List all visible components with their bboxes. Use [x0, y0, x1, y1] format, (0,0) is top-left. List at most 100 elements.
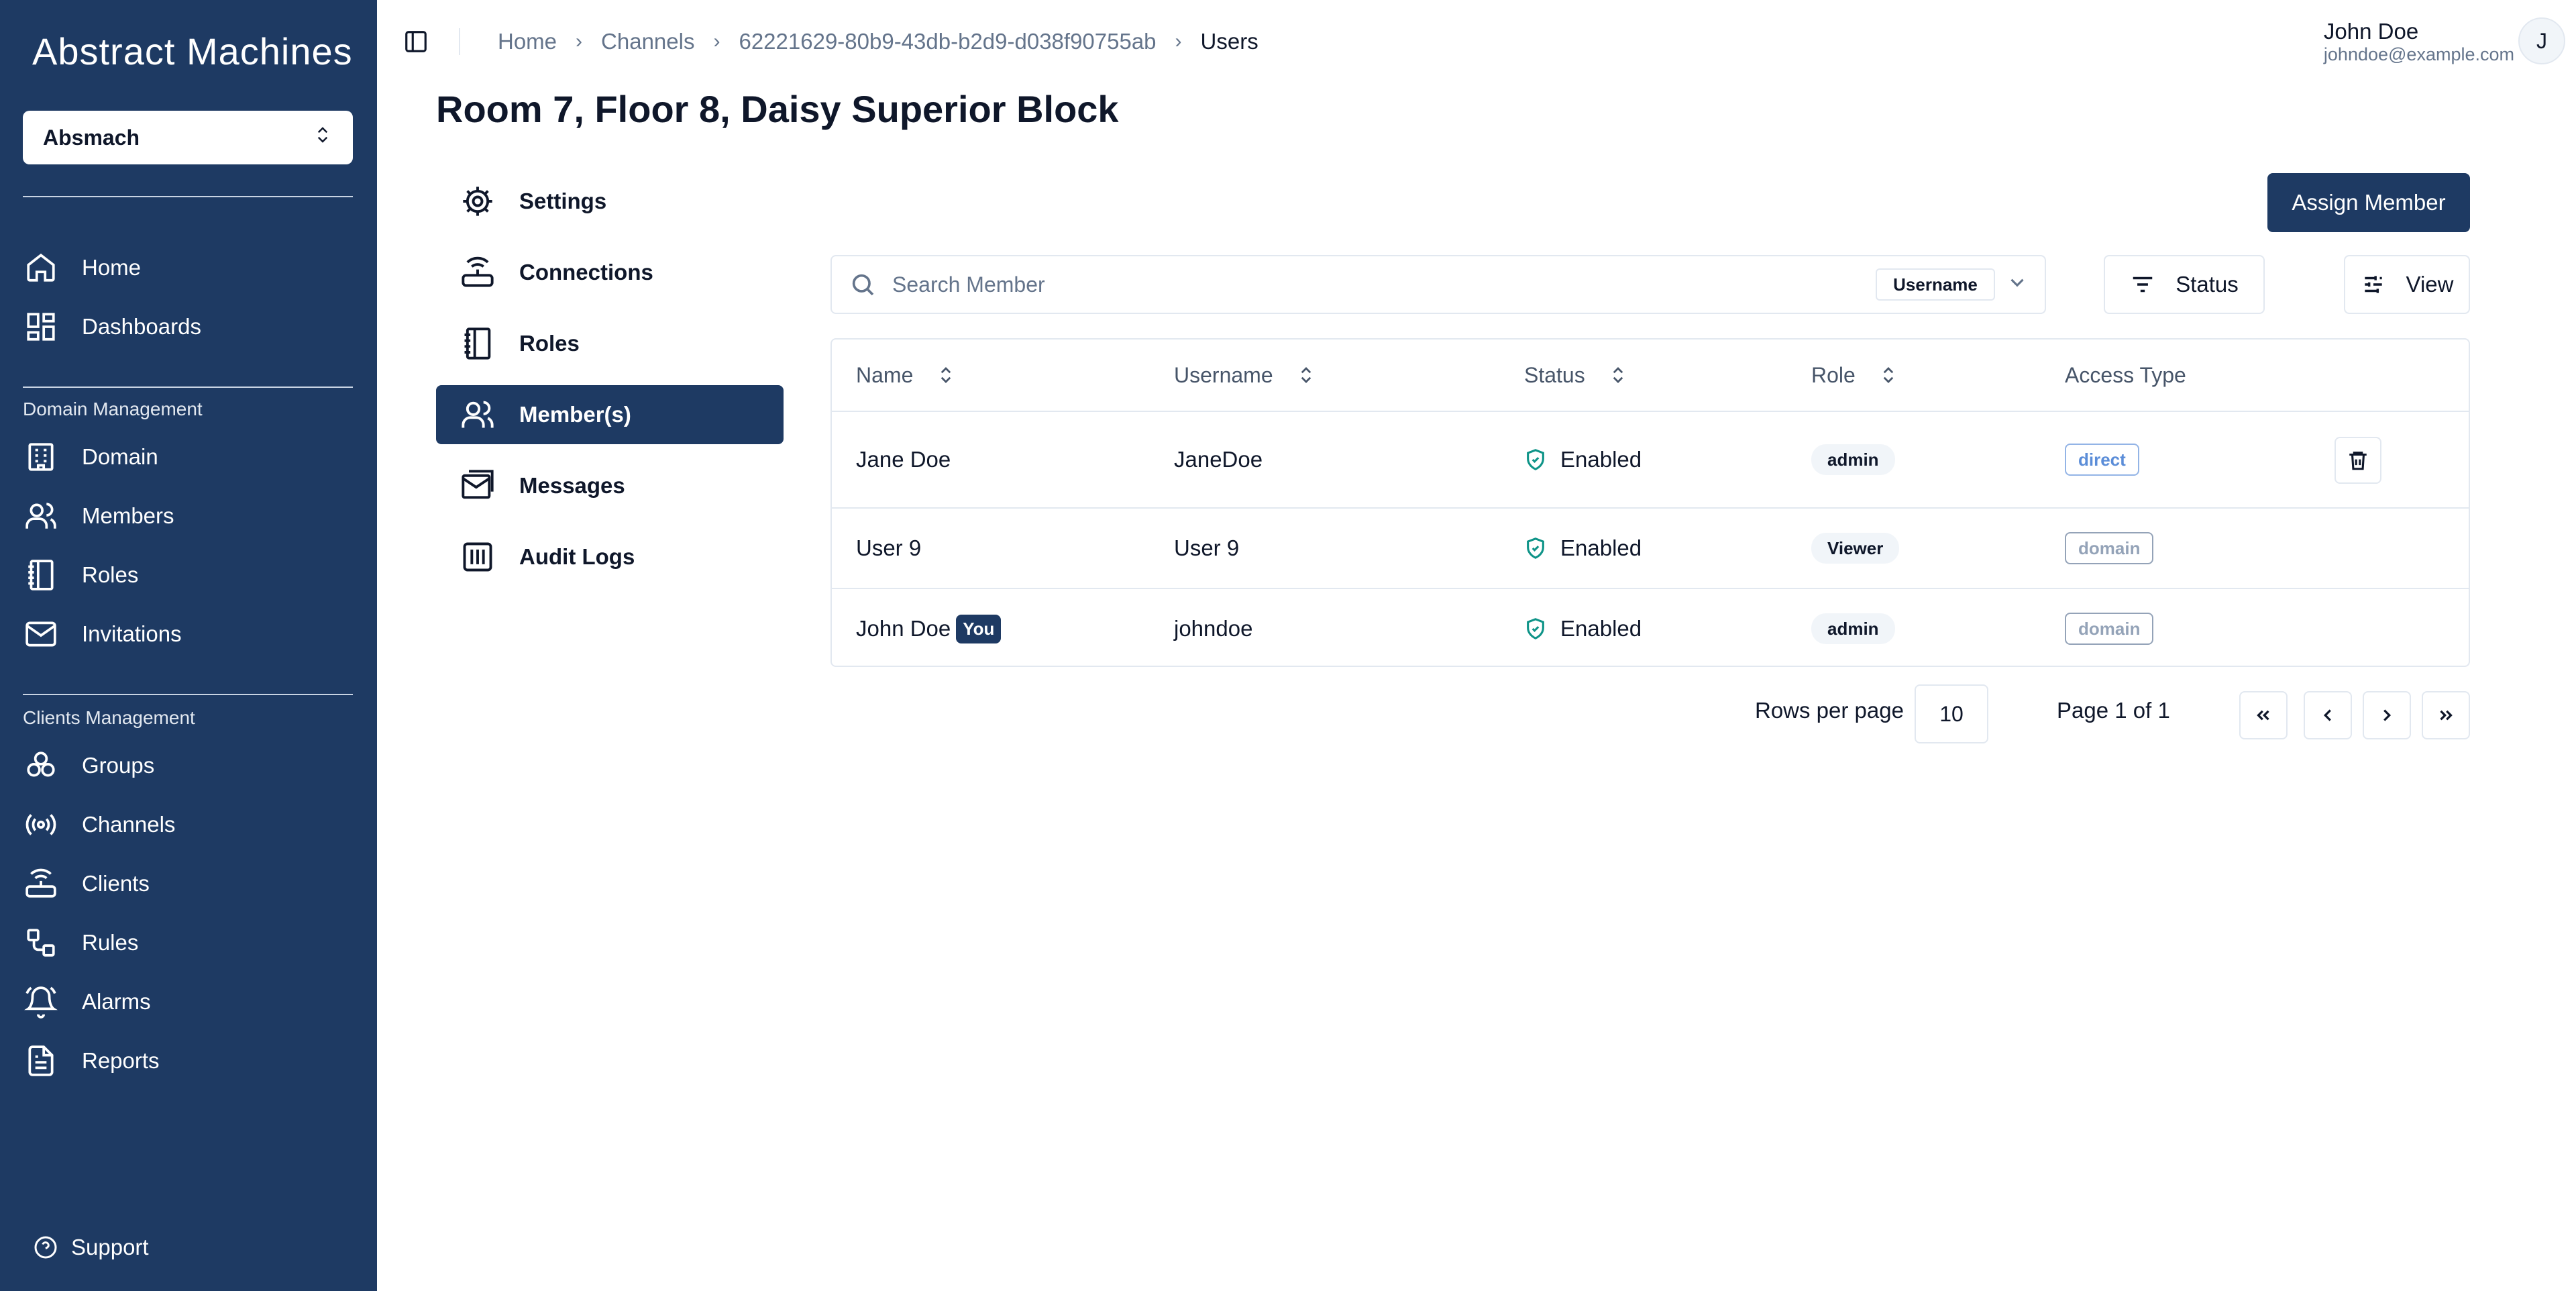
organization-select-value: Absmach: [43, 125, 140, 150]
building-icon: [23, 439, 59, 475]
view-options-button[interactable]: View: [2344, 255, 2470, 314]
sort-icon: [941, 367, 951, 383]
messages-icon: [459, 467, 496, 505]
sidebar-item-reports[interactable]: Reports: [23, 1037, 353, 1084]
tab-label: Connections: [519, 260, 653, 285]
sidebar-item-home[interactable]: Home: [23, 244, 353, 291]
column-header-label: Username: [1174, 362, 1273, 387]
tab-connections[interactable]: Connections: [436, 243, 784, 302]
role-badge: admin: [1811, 613, 1895, 644]
tab-audit-logs[interactable]: Audit Logs: [436, 527, 784, 586]
cell-name: Jane Doe: [856, 412, 951, 507]
trash-icon: [2349, 452, 2367, 470]
filter-icon: [2133, 276, 2153, 293]
column-header-label: Access Type: [2065, 362, 2186, 387]
column-header-status[interactable]: Status: [1524, 340, 1628, 411]
panel-left-icon: [405, 31, 427, 52]
role-badge: Viewer: [1811, 533, 1900, 564]
assign-member-button[interactable]: Assign Member: [2267, 173, 2470, 232]
help-circle-icon: [34, 1236, 57, 1259]
previous-page-button[interactable]: [2304, 691, 2352, 739]
sidebar-item-clients[interactable]: Clients: [23, 860, 353, 907]
tab-members[interactable]: Member(s): [436, 385, 784, 444]
breadcrumb-home[interactable]: Home: [498, 29, 557, 54]
sort-icon: [1883, 367, 1894, 383]
sidebar-divider: [23, 694, 353, 695]
support-link[interactable]: Support: [34, 1235, 149, 1260]
column-header-username[interactable]: Username: [1174, 340, 1316, 411]
you-badge: You: [956, 614, 1002, 643]
router-icon: [23, 866, 59, 902]
sidebar-item-rules[interactable]: Rules: [23, 919, 353, 966]
notebook-icon: [23, 557, 59, 593]
sidebar: Abstract Machines Absmach Home Dashboard…: [0, 0, 377, 1291]
sidebar-item-groups[interactable]: Groups: [23, 742, 353, 789]
first-page-button[interactable]: [2239, 691, 2288, 739]
cell-status: Enabled: [1524, 589, 1642, 666]
sidebar-item-members[interactable]: Members: [23, 493, 353, 539]
table-row[interactable]: John Doe You johndoe Enabled admin domai…: [832, 588, 2469, 666]
section-label-clients-management: Clients Management: [23, 707, 195, 728]
audit-icon: [459, 538, 496, 576]
sidebar-item-roles[interactable]: Roles: [23, 552, 353, 599]
status-filter-button[interactable]: Status: [2104, 255, 2265, 314]
cell-username: User 9: [1174, 535, 1240, 560]
sidebar-divider: [23, 386, 353, 388]
chevron-right-icon: [2383, 709, 2392, 721]
breadcrumb-channels[interactable]: Channels: [601, 29, 694, 54]
groups-icon: [23, 747, 59, 784]
page-title: Room 7, Floor 8, Daisy Superior Block: [436, 88, 1119, 130]
chevrons-left-icon: [2257, 710, 2269, 721]
search-icon: [849, 271, 876, 298]
cell-role: admin: [1811, 589, 1895, 666]
cell-name: User 9: [856, 509, 921, 588]
sidebar-item-label: Rules: [82, 930, 139, 955]
tab-settings[interactable]: Settings: [436, 172, 784, 231]
sidebar-item-alarms[interactable]: Alarms: [23, 978, 353, 1025]
member-name: Jane Doe: [856, 447, 951, 472]
cell-access-type: domain: [2065, 509, 2154, 588]
tab-label: Messages: [519, 473, 625, 498]
sidebar-item-domain[interactable]: Domain: [23, 433, 353, 480]
search-field-select[interactable]: Username: [1876, 268, 1995, 301]
member-name: John Doe: [856, 616, 951, 641]
column-header-role[interactable]: Role: [1811, 340, 1898, 411]
column-header-label: Name: [856, 362, 914, 387]
sidebar-toggle-button[interactable]: [401, 27, 431, 56]
chevron-down-icon[interactable]: [2006, 271, 2033, 298]
chevrons-right-icon: [2440, 710, 2453, 721]
last-page-button[interactable]: [2422, 691, 2470, 739]
sidebar-item-dashboards[interactable]: Dashboards: [23, 303, 353, 350]
access-badge: domain: [2065, 613, 2154, 645]
chevron-right-icon: ›: [576, 30, 583, 52]
members-table: Name Username Status Role Access Type Ja…: [830, 338, 2470, 667]
delete-member-button[interactable]: [2334, 437, 2381, 484]
app-logo[interactable]: Abstract Machines: [32, 30, 353, 73]
users-icon: [23, 498, 59, 534]
mail-icon: [23, 616, 59, 652]
sidebar-item-label: Clients: [82, 871, 150, 896]
tab-roles[interactable]: Roles: [436, 314, 784, 373]
tab-messages[interactable]: Messages: [436, 456, 784, 515]
home-icon: [23, 250, 59, 286]
sidebar-item-invitations[interactable]: Invitations: [23, 611, 353, 658]
tab-label: Audit Logs: [519, 544, 635, 569]
organization-select[interactable]: Absmach: [23, 111, 353, 164]
search-member-input[interactable]: Search Member Username: [830, 255, 2046, 314]
table-row[interactable]: Jane Doe JaneDoe Enabled admin direct: [832, 411, 2469, 507]
sidebar-item-channels[interactable]: Channels: [23, 801, 353, 848]
breadcrumb-channel-id[interactable]: 62221629-80b9-43db-b2d9-d038f90755ab: [739, 29, 1156, 54]
member-name: User 9: [856, 535, 922, 560]
cell-name: John Doe You: [856, 589, 1002, 666]
table-row[interactable]: User 9 User 9 Enabled Viewer domain: [832, 507, 2469, 588]
next-page-button[interactable]: [2363, 691, 2411, 739]
avatar[interactable]: J: [2518, 17, 2565, 64]
rows-per-page-select[interactable]: 10: [1915, 684, 1988, 743]
file-icon: [23, 1043, 59, 1079]
column-header-name[interactable]: Name: [856, 340, 956, 411]
user-menu[interactable]: John Doe johndoe@example.com: [2324, 19, 2514, 64]
sidebar-item-label: Alarms: [82, 989, 151, 1014]
users-icon: [459, 396, 496, 433]
cell-access-type: domain: [2065, 589, 2154, 666]
settings-icon: [459, 183, 496, 220]
